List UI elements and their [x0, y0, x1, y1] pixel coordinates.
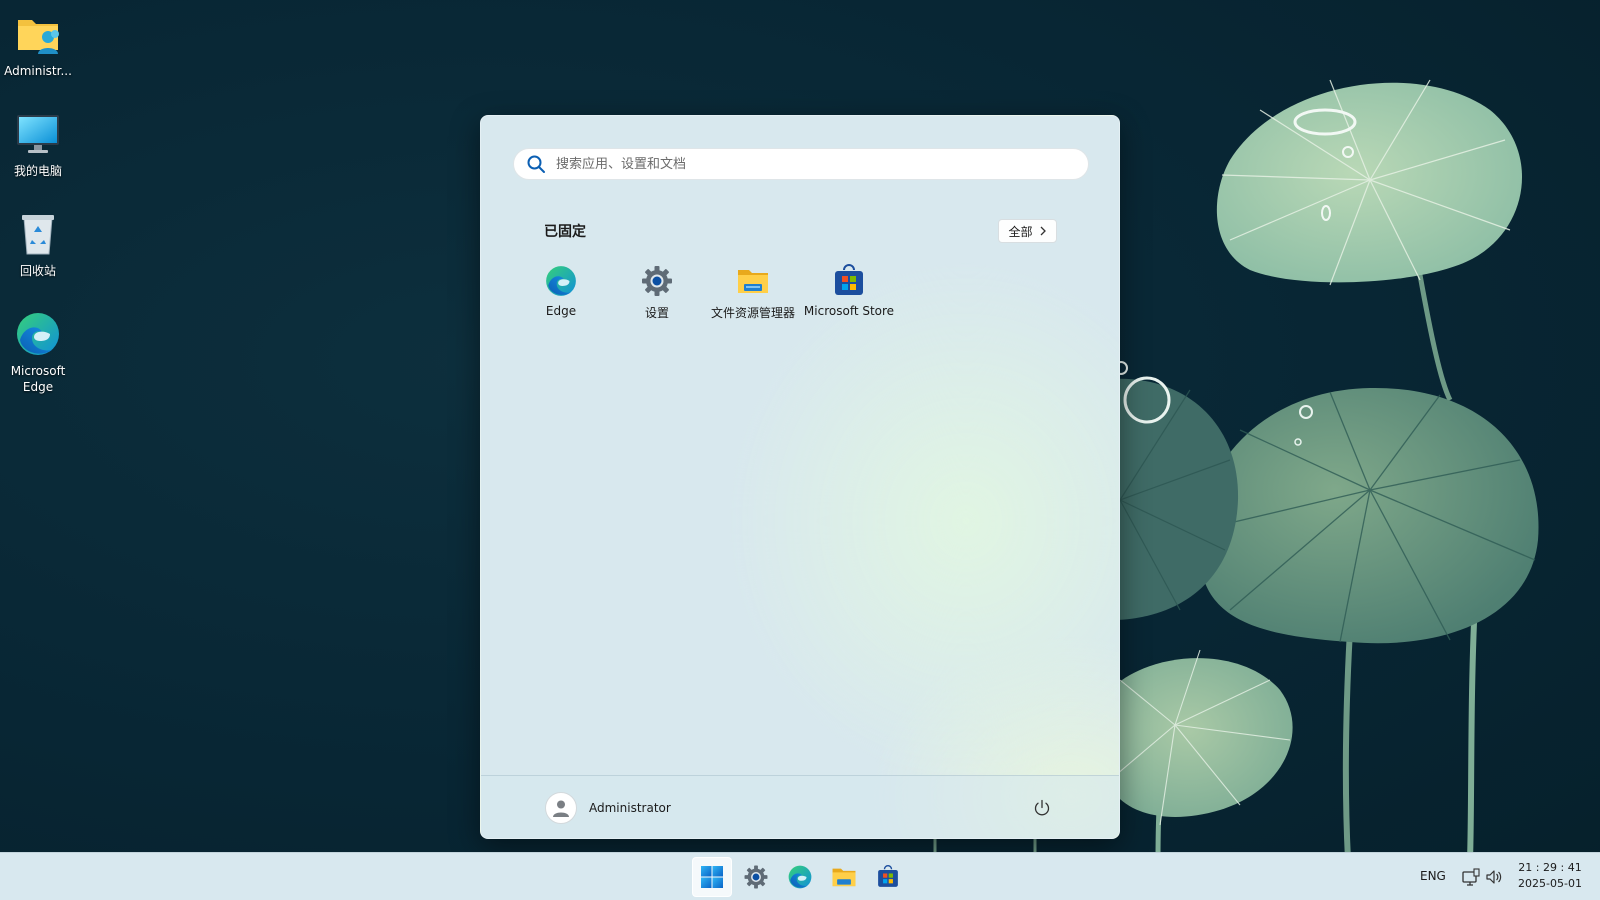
taskbar-file-explorer-button[interactable]: [824, 857, 864, 897]
store-icon: [878, 865, 898, 887]
user-account-button[interactable]: Administrator: [545, 791, 671, 825]
edge-icon: [544, 264, 578, 298]
taskbar-edge-button[interactable]: [780, 857, 820, 897]
gear-icon: [640, 264, 674, 298]
folder-icon: [736, 264, 770, 298]
folder-icon: [832, 868, 856, 887]
pinned-section-title: 已固定: [544, 224, 586, 240]
gear-icon: [744, 865, 768, 889]
pinned-app-label: 文件资源管理器: [710, 306, 795, 320]
taskbar-store-button[interactable]: [868, 857, 908, 897]
language-indicator[interactable]: ENG: [1420, 869, 1446, 883]
power-button[interactable]: [1029, 795, 1055, 821]
start-menu: 已固定 全部 Edge: [480, 115, 1120, 839]
avatar: [545, 792, 577, 824]
pinned-app-label: 设置: [644, 306, 669, 320]
pinned-app-file-explorer[interactable]: 文件资源管理器: [705, 264, 801, 328]
taskbar: ENG 21 : 29 : 41 2025-05-01: [0, 852, 1600, 900]
network-icon[interactable]: [1461, 867, 1481, 887]
windows-start-icon: [701, 866, 723, 888]
desktop-icon-administrator[interactable]: Administr...: [4, 10, 72, 79]
start-button[interactable]: [692, 857, 732, 897]
user-folder-icon: [14, 10, 62, 58]
user-icon: [553, 800, 569, 817]
search-input[interactable]: [556, 150, 1076, 178]
edge-icon: [14, 310, 62, 358]
clock-time: 21 : 29 : 41: [1518, 861, 1582, 874]
power-icon: [1034, 799, 1050, 816]
clock-date: 2025-05-01: [1518, 877, 1582, 890]
pinned-app-edge[interactable]: Edge: [513, 264, 609, 328]
pinned-app-microsoft-store[interactable]: Microsoft Store: [801, 264, 897, 328]
start-menu-footer: Administrator: [481, 775, 1119, 838]
desktop-icon-recycle-bin[interactable]: 回收站: [4, 210, 72, 279]
search-box[interactable]: [513, 148, 1089, 180]
system-clock[interactable]: 21 : 29 : 41 2025-05-01: [1516, 860, 1584, 892]
desktop-icon-label: 我的电脑: [13, 164, 62, 178]
pinned-app-label: Microsoft Store: [803, 304, 895, 318]
desktop-icon-label: Administr...: [4, 64, 72, 78]
desktop-icon-my-computer[interactable]: 我的电脑: [4, 110, 72, 179]
pinned-app-settings[interactable]: 设置: [609, 264, 705, 328]
volume-icon[interactable]: [1484, 867, 1504, 887]
monitor-icon: [14, 110, 62, 158]
desktop-icon-label: 回收站: [19, 264, 56, 278]
desktop-icon-microsoft-edge[interactable]: Microsoft Edge: [4, 310, 72, 395]
store-icon: [832, 264, 866, 298]
chevron-right-icon: [1040, 226, 1046, 236]
edge-icon: [788, 865, 812, 889]
user-name: Administrator: [589, 801, 671, 815]
taskbar-settings-button[interactable]: [736, 857, 776, 897]
search-icon: [527, 155, 545, 173]
all-apps-button[interactable]: 全部: [998, 219, 1057, 243]
recycle-bin-icon: [14, 210, 62, 258]
desktop-icon-label: Microsoft Edge: [10, 364, 66, 394]
all-apps-label: 全部: [1008, 224, 1033, 239]
pinned-app-label: Edge: [545, 304, 577, 318]
